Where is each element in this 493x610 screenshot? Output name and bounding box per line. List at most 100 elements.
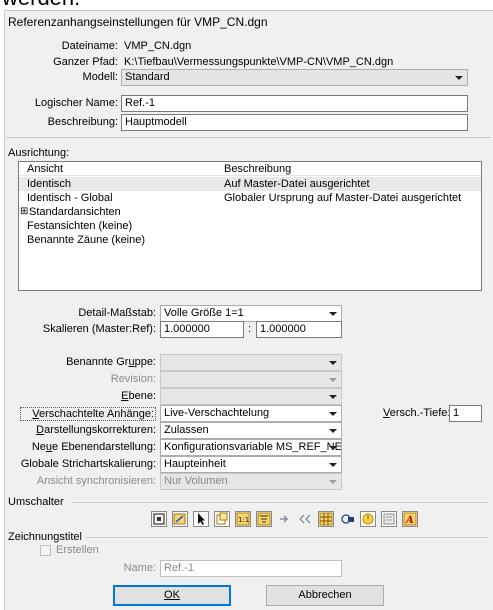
chevron-down-icon: [329, 412, 337, 416]
global-linestyle-label: Globale Strichartskalierung:: [20, 458, 156, 470]
cutoff-text: werden:: [2, 0, 80, 9]
display-toggle[interactable]: [151, 511, 167, 527]
ok-button[interactable]: OK: [113, 585, 231, 606]
new-level-display-value: Konfigurationsvariable MS_REF_NEWLEV: [164, 441, 342, 453]
level-override-toggle[interactable]: A: [402, 511, 418, 527]
treat-as-element-icon: [257, 512, 271, 526]
clip-toggle[interactable]: [214, 511, 230, 527]
scale-ratio-label: Skalieren (Master:Ref):: [42, 323, 156, 335]
expand-icon[interactable]: ⊞: [20, 205, 28, 219]
revision-dropdown: [160, 371, 342, 388]
level-label: Ebene:: [121, 390, 156, 402]
group-divider: [72, 502, 488, 503]
chevron-down-icon: [329, 446, 337, 450]
sync-view-label: Ansicht synchronisieren:: [36, 475, 156, 487]
chevron-down-icon: [455, 76, 463, 80]
chevron-down-icon: [329, 463, 337, 467]
nested-attachments-dropdown[interactable]: Live-Verschachtelung: [160, 405, 342, 422]
file-name-value: VMP_CN.dgn: [124, 40, 192, 52]
logical-name-input[interactable]: Ref.-1: [121, 95, 468, 112]
description-label: Beschreibung:: [47, 116, 118, 128]
sync-view-value: Nur Volumen: [164, 475, 228, 487]
chevron-down-icon: [329, 395, 337, 399]
view-description: Auf Master-Datei ausgerichtet: [224, 178, 370, 190]
detail-scale-value: Volle Größe 1=1: [164, 307, 244, 319]
model-label: Modell:: [82, 71, 118, 83]
full-path-value: K:\Tiefbau\Vermessungspunkte\VMP-CN\VMP_…: [124, 56, 394, 68]
raster-icon: [319, 512, 333, 526]
chevron-down-icon: [329, 480, 337, 484]
list-item[interactable]: Identisch - Global Globaler Ursprung auf…: [19, 191, 481, 205]
separator: [6, 137, 490, 138]
view-name: Standardansichten: [29, 206, 121, 218]
column-header-view[interactable]: Ansicht: [27, 163, 63, 175]
ignore-icon: [299, 514, 311, 524]
logical-name-label: Logischer Name:: [34, 97, 118, 109]
chevron-down-icon: [329, 312, 337, 316]
new-level-display-label: Neue Ebenendarstellung:: [31, 441, 156, 453]
use-lights-toggle[interactable]: [277, 511, 293, 527]
list-item[interactable]: Benannte Zäune (keine): [19, 233, 481, 247]
orientation-list[interactable]: Ansicht Beschreibung Identisch Auf Maste…: [18, 161, 482, 291]
title-name-label: Name:: [123, 562, 156, 574]
column-header-description[interactable]: Beschreibung: [224, 163, 291, 175]
svg-text:1:1: 1:1: [238, 516, 249, 524]
global-linestyle-dropdown[interactable]: Haupteinheit: [160, 456, 342, 473]
scale-linestyle-toggle[interactable]: 1:1: [235, 511, 251, 527]
chevron-down-icon: [329, 429, 337, 433]
named-group-dropdown[interactable]: [160, 354, 342, 371]
display-corrections-dropdown[interactable]: Zulassen: [160, 422, 342, 439]
detail-scale-dropdown[interactable]: Volle Größe 1=1: [160, 305, 342, 322]
revision-label: Revision:: [110, 373, 156, 385]
use-lights-icon: [280, 515, 289, 523]
display-corrections-value: Zulassen: [164, 424, 209, 436]
scale-master-input[interactable]: 1.000000: [160, 321, 244, 338]
treat-as-element-toggle[interactable]: [256, 511, 272, 527]
view-name: Benannte Zäune (keine): [27, 234, 146, 246]
lock-toggle[interactable]: [360, 511, 376, 527]
description-input[interactable]: Hauptmodell: [121, 114, 468, 131]
model-value: Standard: [125, 71, 170, 83]
level-override-icon: A: [403, 512, 417, 526]
ref-display-icon: [341, 514, 354, 524]
title-name-input: Ref.-1: [160, 560, 342, 577]
scale-ref-input[interactable]: 1.000000: [256, 321, 342, 338]
raster-toggle[interactable]: [318, 511, 334, 527]
list-item[interactable]: Festansichten (keine): [19, 219, 481, 233]
ok-button-label: OK: [164, 589, 180, 601]
orientation-label: Ausrichtung:: [8, 147, 70, 159]
group-divider: [86, 537, 488, 538]
ignore-toggle[interactable]: [297, 511, 313, 527]
full-path-label: Ganzer Pfad:: [53, 56, 118, 68]
chevron-down-icon: [329, 361, 337, 365]
file-name-label: Dateiname:: [61, 40, 118, 52]
create-checkbox[interactable]: [40, 545, 51, 556]
nested-attachments-value: Live-Verschachtelung: [164, 407, 270, 419]
create-checkbox-label: Erstellen: [56, 544, 99, 556]
level-dropdown[interactable]: [160, 388, 342, 405]
list-item[interactable]: ⊞ Standardansichten: [19, 205, 481, 219]
locate-icon: [198, 513, 205, 525]
list-item[interactable]: Identisch Auf Master-Datei ausgerichtet: [19, 177, 481, 191]
drawing-title-label: Zeichnungstitel: [8, 531, 82, 543]
toggles-label: Umschalter: [8, 496, 64, 508]
display-icon: [153, 513, 165, 525]
nesting-depth-label: Versch.-Tiefe:: [383, 407, 451, 419]
snap-toggle[interactable]: [172, 511, 188, 527]
snap-icon: [173, 513, 186, 525]
dialog-title: Referenzanhangseinstellungen für VMP_CN.…: [8, 15, 268, 29]
detail-scale-label: Detail-Maßstab:: [78, 307, 156, 319]
view-name: Festansichten (keine): [27, 220, 133, 232]
nesting-depth-input[interactable]: 1: [449, 405, 482, 422]
ref-display-toggle[interactable]: [340, 511, 356, 527]
model-dropdown[interactable]: Standard: [121, 69, 468, 86]
chevron-down-icon: [329, 378, 337, 382]
new-level-display-dropdown[interactable]: Konfigurationsvariable MS_REF_NEWLEV: [160, 439, 342, 456]
locate-toggle[interactable]: [193, 511, 209, 527]
annotation-toggle[interactable]: [381, 511, 397, 527]
scale-ratio-separator: :: [248, 323, 252, 335]
cancel-button[interactable]: Abbrechen: [266, 585, 384, 606]
global-linestyle-value: Haupteinheit: [164, 458, 226, 470]
display-corrections-label: Darstellungskorrekturen:: [36, 424, 156, 436]
lock-icon: [362, 513, 374, 525]
